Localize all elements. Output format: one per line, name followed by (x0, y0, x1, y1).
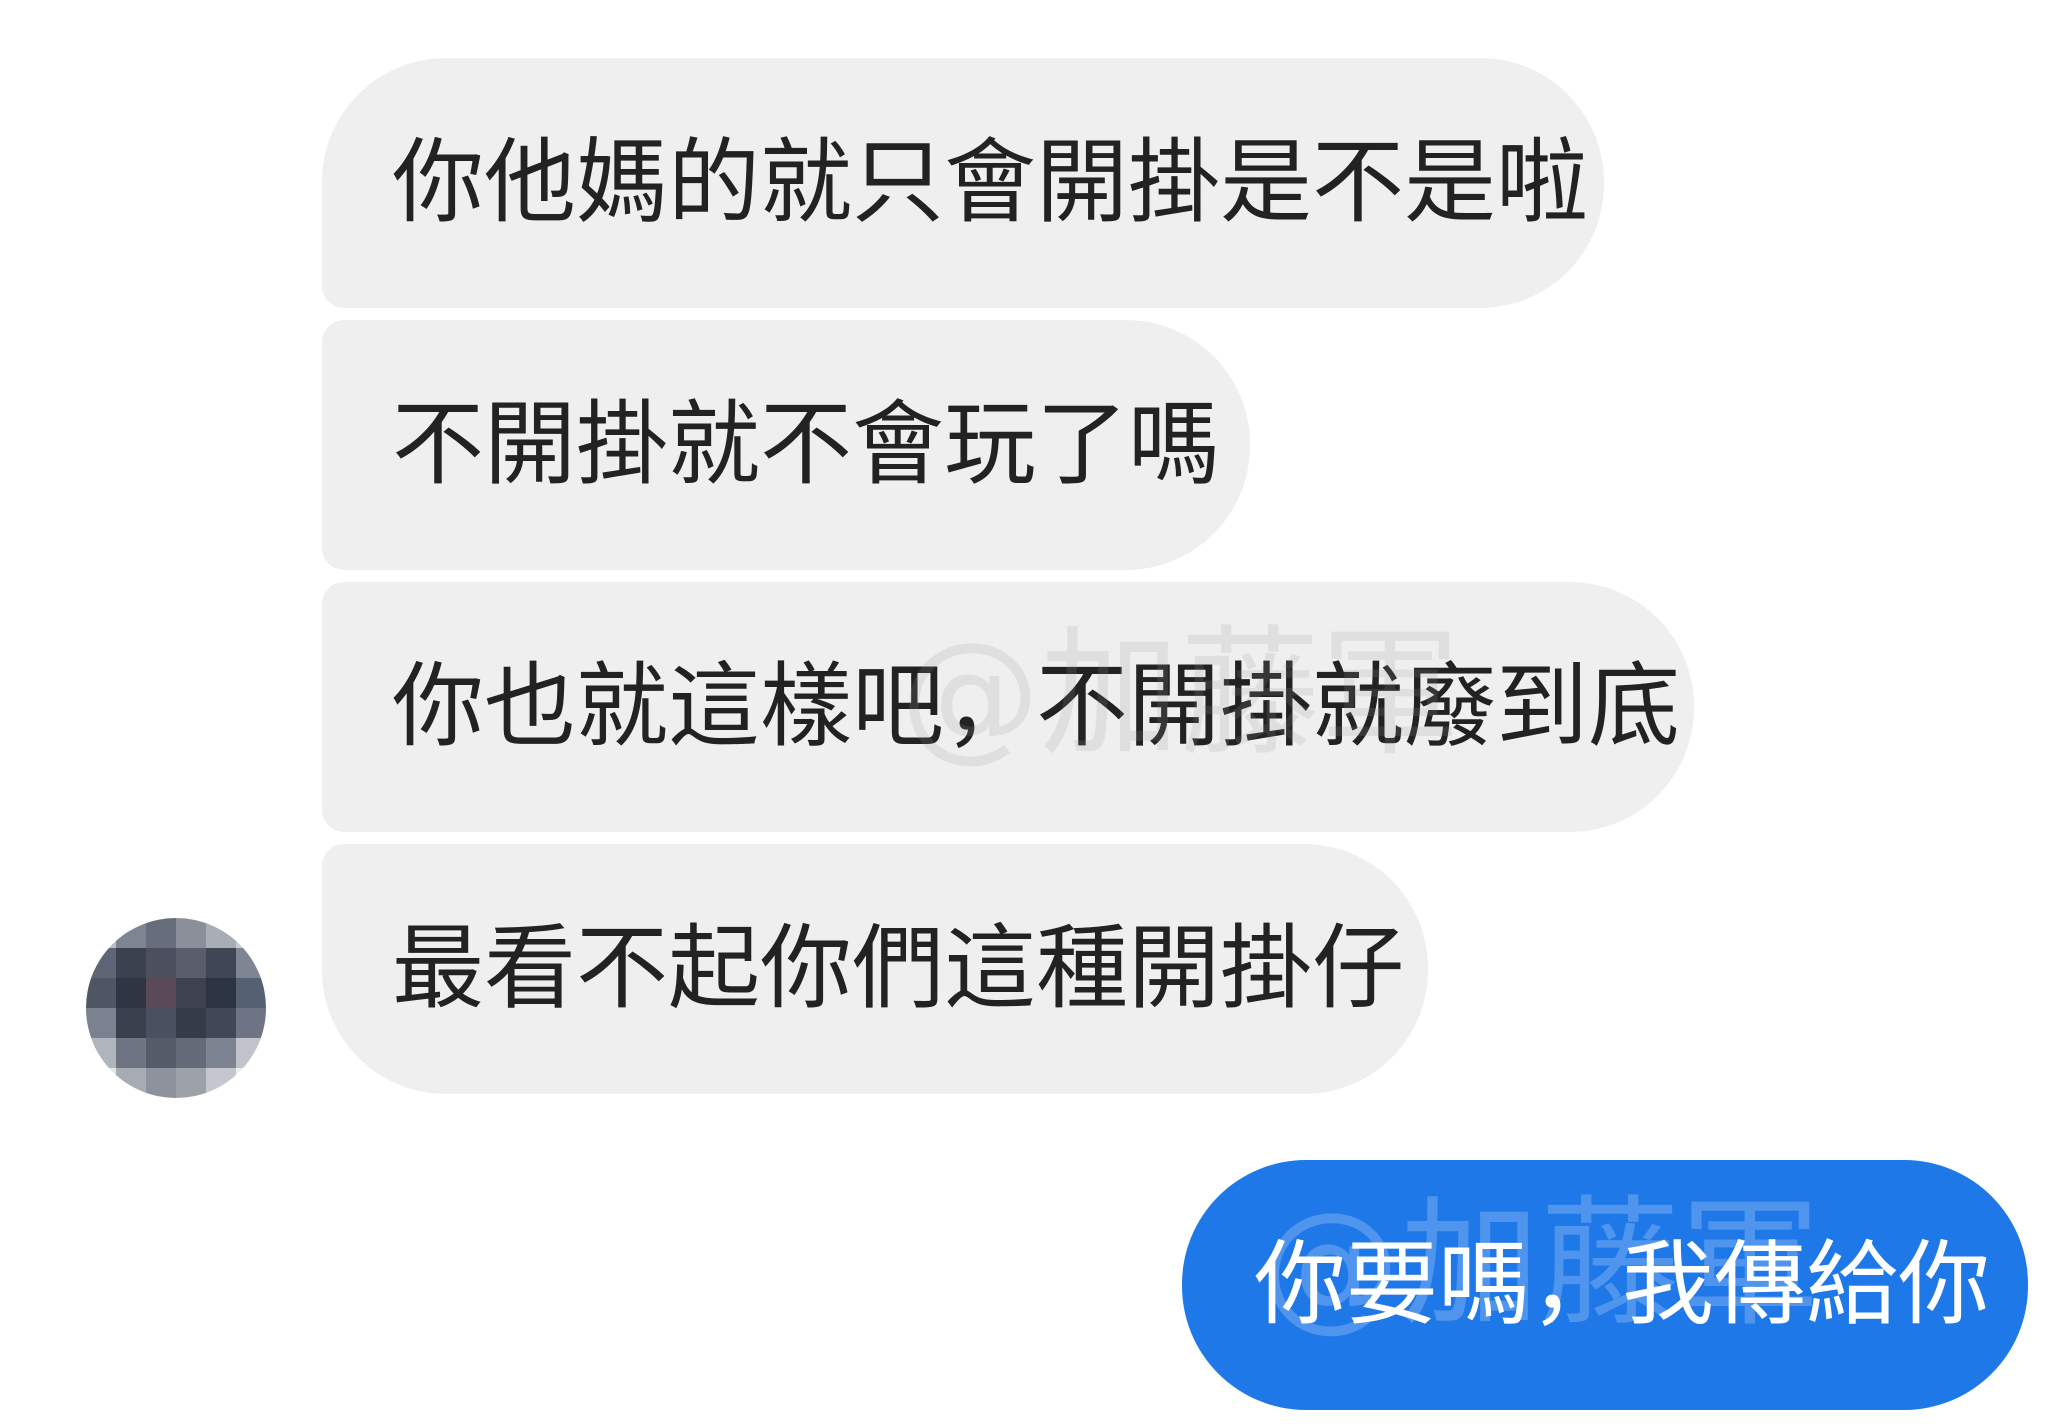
avatar-pixel (116, 948, 146, 978)
contact-avatar[interactable] (86, 918, 266, 1098)
avatar-pixel (86, 1038, 116, 1068)
avatar-pixel (176, 1038, 206, 1068)
avatar-pixel (146, 978, 176, 1008)
avatar-pixel (146, 1008, 176, 1038)
message-text: 你要嗎，我傳給你 (1254, 1231, 1991, 1338)
avatar-pixel (236, 1008, 266, 1038)
chat-thread: 你他媽的就只會開掛是不是啦 不開掛就不會玩了嗎 你也就這樣吧，不開掛就廢到底 最… (0, 0, 2048, 1424)
outgoing-message-bubble[interactable]: 你要嗎，我傳給你 (1182, 1160, 2028, 1410)
avatar-pixel (86, 948, 116, 978)
avatar-pixel (206, 948, 236, 978)
message-text: 你他媽的就只會開掛是不是啦 (392, 129, 1589, 236)
avatar-pixel (146, 918, 176, 948)
incoming-message-bubble[interactable]: 你也就這樣吧，不開掛就廢到底 (322, 582, 1694, 832)
message-text: 最看不起你們這種開掛仔 (392, 915, 1405, 1022)
avatar-pixel (86, 918, 116, 948)
avatar-pixel (236, 978, 266, 1008)
avatar-pixel (86, 978, 116, 1008)
avatar-pixel (206, 1038, 236, 1068)
avatar-pixel (146, 948, 176, 978)
incoming-message-bubble[interactable]: 不開掛就不會玩了嗎 (322, 320, 1250, 570)
message-text: 不開掛就不會玩了嗎 (392, 391, 1221, 498)
avatar-pixel (176, 948, 206, 978)
incoming-message-bubble[interactable]: 最看不起你們這種開掛仔 (322, 844, 1428, 1094)
avatar-pixel (86, 1008, 116, 1038)
incoming-message-bubble[interactable]: 你他媽的就只會開掛是不是啦 (322, 58, 1604, 308)
avatar-pixel (206, 1008, 236, 1038)
avatar-pixel (236, 918, 266, 948)
avatar-pixel (146, 1068, 176, 1098)
avatar-pixel (116, 1068, 146, 1098)
avatar-pixel (176, 978, 206, 1008)
avatar-pixel (236, 1068, 266, 1098)
avatar-pixel (236, 948, 266, 978)
avatar-pixel (176, 1008, 206, 1038)
avatar-pixel (206, 1068, 236, 1098)
avatar-pixel (116, 978, 146, 1008)
avatar-pixel (206, 978, 236, 1008)
avatar-pixel (176, 1068, 206, 1098)
avatar-pixel (176, 918, 206, 948)
avatar-pixel (116, 1038, 146, 1068)
avatar-pixel (206, 918, 236, 948)
avatar-pixel (146, 1038, 176, 1068)
avatar-pixel (116, 1008, 146, 1038)
avatar-pixel (236, 1038, 266, 1068)
avatar-pixel (116, 918, 146, 948)
avatar-pixel (86, 1068, 116, 1098)
message-text: 你也就這樣吧，不開掛就廢到底 (392, 653, 1681, 760)
